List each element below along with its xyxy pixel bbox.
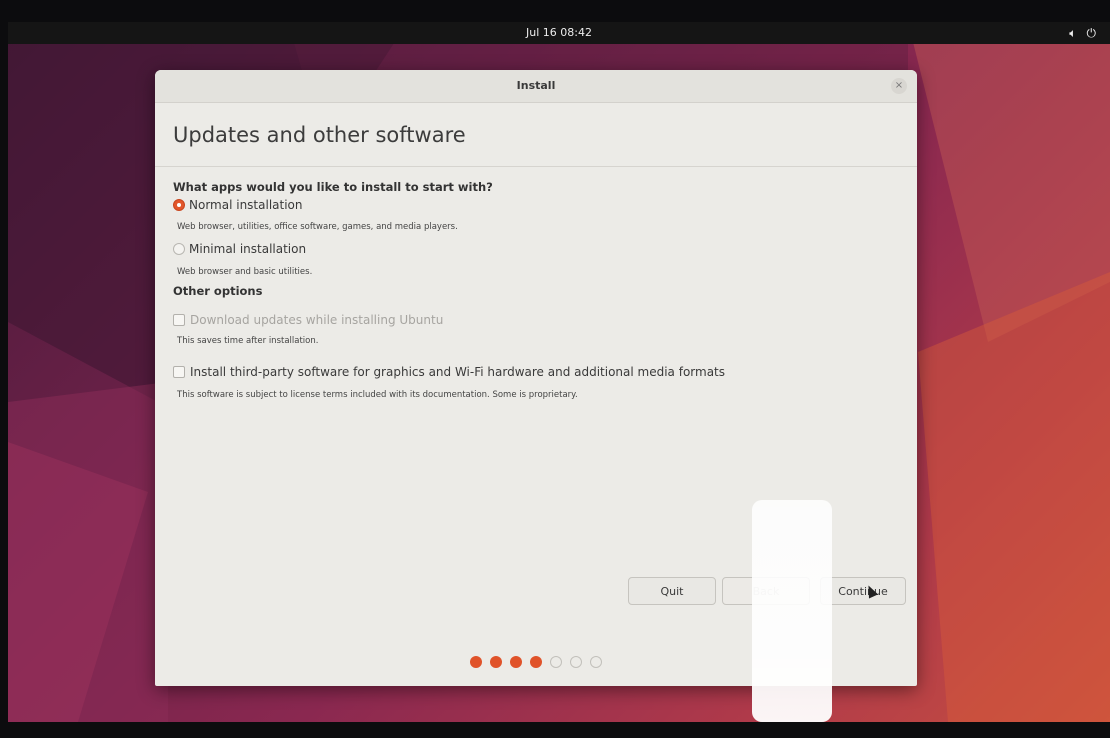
top-bar: Jul 16 08:42 🔈︎ ⏻ — [8, 22, 1110, 44]
progress-dot — [550, 656, 562, 668]
progress-dot — [590, 656, 602, 668]
window-title: Install — [516, 79, 556, 92]
minimal-installation-label[interactable]: Minimal installation — [189, 242, 306, 256]
page-header: Updates and other software — [155, 103, 917, 167]
install-type-question: What apps would you like to install to s… — [173, 180, 493, 194]
progress-dot — [510, 656, 522, 668]
third-party-row[interactable]: Install third-party software for graphic… — [173, 365, 725, 379]
speaker-icon[interactable]: 🔈︎ — [1069, 25, 1076, 41]
close-icon[interactable]: × — [891, 78, 907, 94]
progress-dot — [490, 656, 502, 668]
normal-installation-radio[interactable] — [173, 199, 185, 211]
progress-dots — [155, 656, 917, 668]
minimal-installation-radio-row[interactable]: Minimal installation — [173, 242, 306, 256]
normal-installation-desc: Web browser, utilities, office software,… — [177, 222, 458, 232]
clock[interactable]: Jul 16 08:42 — [8, 26, 1110, 39]
normal-installation-label[interactable]: Normal installation — [189, 198, 303, 212]
third-party-label[interactable]: Install third-party software for graphic… — [190, 365, 725, 379]
page-title: Updates and other software — [173, 123, 466, 147]
quit-button[interactable]: Quit — [628, 577, 716, 605]
normal-installation-radio-row[interactable]: Normal installation — [173, 198, 303, 212]
minimal-installation-radio[interactable] — [173, 243, 185, 255]
continue-button[interactable]: Continue — [820, 577, 906, 605]
window-titlebar[interactable]: Install × — [155, 70, 917, 103]
power-icon[interactable]: ⏻ — [1087, 25, 1097, 41]
download-updates-row: Download updates while installing Ubuntu — [173, 313, 443, 327]
photo-frame: Jul 16 08:42 🔈︎ ⏻ Install × Updates and … — [0, 0, 1110, 738]
download-updates-desc: This saves time after installation. — [177, 336, 319, 346]
progress-dot — [530, 656, 542, 668]
back-button: Back — [722, 577, 810, 605]
third-party-desc: This software is subject to license term… — [177, 390, 578, 400]
installer-window: Install × Updates and other software Wha… — [155, 70, 917, 686]
minimal-installation-desc: Web browser and basic utilities. — [177, 267, 313, 277]
download-updates-checkbox — [173, 314, 185, 326]
progress-dot — [570, 656, 582, 668]
other-options-heading: Other options — [173, 284, 263, 298]
third-party-checkbox[interactable] — [173, 366, 185, 378]
progress-dot — [470, 656, 482, 668]
download-updates-label: Download updates while installing Ubuntu — [190, 313, 444, 327]
system-tray[interactable]: 🔈︎ ⏻ — [1069, 25, 1096, 41]
